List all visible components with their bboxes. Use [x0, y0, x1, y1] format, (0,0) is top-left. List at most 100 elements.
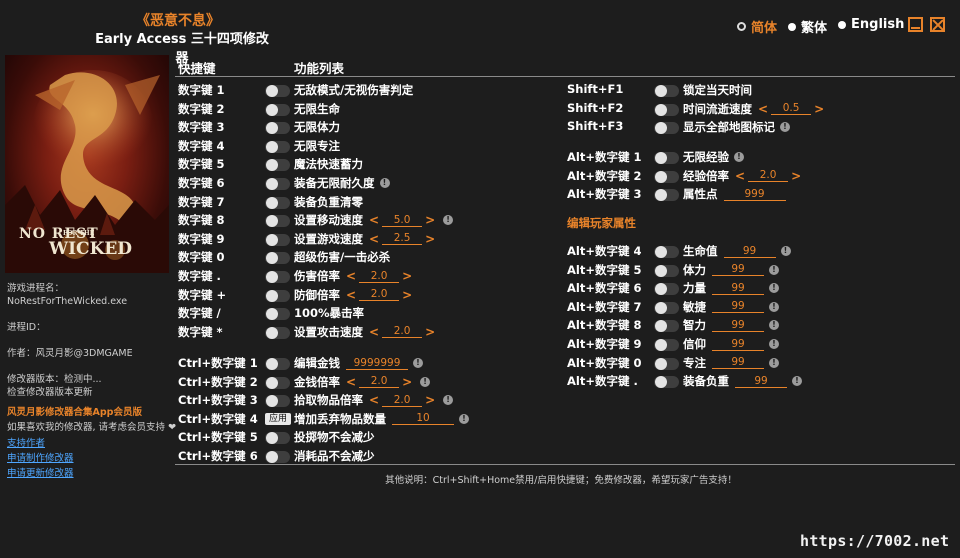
decrease-arrow-icon[interactable]: < [369, 232, 379, 246]
toggle-switch[interactable] [654, 122, 679, 135]
value-field[interactable]: 5.0 [382, 214, 423, 227]
toggle-switch[interactable] [265, 395, 290, 408]
increase-arrow-icon[interactable]: > [402, 269, 412, 283]
lang-traditional[interactable]: 繁体 [788, 17, 827, 36]
value-field[interactable]: 2.5 [382, 232, 423, 246]
hotkey-label: 数字键 * [178, 324, 223, 339]
decrease-arrow-icon[interactable]: < [369, 325, 379, 339]
close-button[interactable] [930, 17, 945, 32]
decrease-arrow-icon[interactable]: < [758, 102, 768, 116]
lang-english[interactable]: English [838, 17, 904, 32]
toggle-switch[interactable] [265, 140, 290, 153]
request-trainer-link[interactable]: 申请制作修改器 [7, 452, 74, 465]
toggle-switch[interactable] [265, 358, 290, 370]
toggle-switch[interactable] [654, 189, 679, 202]
toggle-switch[interactable] [265, 159, 290, 172]
toggle-switch[interactable] [265, 196, 290, 209]
cheat-function: 力量 99! [683, 280, 779, 296]
increase-arrow-icon[interactable]: > [402, 288, 412, 302]
toggle-switch[interactable] [654, 170, 679, 183]
support-author-link[interactable]: 支持作者 [7, 437, 45, 450]
toggle-switch[interactable] [654, 152, 679, 164]
value-field[interactable]: 2.0 [359, 270, 400, 283]
value-field[interactable]: 2.0 [382, 325, 423, 339]
toggle-switch[interactable] [265, 85, 290, 97]
toggle-switch[interactable] [265, 308, 290, 321]
increase-arrow-icon[interactable]: > [791, 169, 801, 183]
toggle-switch[interactable] [654, 357, 679, 370]
decrease-arrow-icon[interactable]: < [735, 169, 745, 183]
request-update-link[interactable]: 申请更新修改器 [7, 467, 74, 480]
toggle-switch[interactable] [654, 246, 679, 258]
toggle-switch[interactable] [654, 103, 679, 116]
value-field[interactable]: 2.0 [359, 375, 400, 389]
hotkey-label: Alt+数字键 . [567, 374, 638, 389]
input-field[interactable]: 99 [735, 375, 787, 388]
toggle-switch[interactable] [265, 376, 290, 389]
input-field[interactable]: 9999999 [346, 357, 408, 370]
toggle-switch[interactable] [654, 301, 679, 314]
toggle-switch[interactable] [265, 451, 290, 463]
decrease-arrow-icon[interactable]: < [346, 288, 356, 302]
value-field[interactable]: 2.0 [359, 288, 400, 302]
value-field[interactable]: 2.0 [382, 394, 423, 407]
value-field[interactable]: 0.5 [771, 102, 812, 116]
input-field[interactable]: 999 [723, 188, 786, 201]
input-field[interactable]: 99 [712, 300, 764, 314]
value-field[interactable]: 2.0 [748, 169, 789, 183]
cheat-label: 设置移动速度 [294, 213, 363, 228]
toggle-switch[interactable] [265, 178, 290, 190]
decrease-arrow-icon[interactable]: < [369, 213, 379, 227]
decrease-arrow-icon[interactable]: < [369, 393, 379, 407]
decrease-arrow-icon[interactable]: < [346, 269, 356, 283]
input-field[interactable]: 99 [712, 319, 764, 332]
input-field[interactable]: 99 [712, 356, 764, 370]
toggle-switch[interactable] [654, 264, 679, 277]
hotkey-label: Alt+数字键 1 [567, 150, 642, 164]
cheat-label: 装备负重 [683, 374, 729, 389]
minimize-button[interactable] [908, 17, 923, 32]
toggle-switch[interactable] [265, 215, 290, 228]
cheat-function: 无限专注 [294, 138, 340, 154]
toggle-switch[interactable] [654, 283, 679, 296]
toggle-switch[interactable] [265, 122, 290, 135]
input-field[interactable]: 99 [712, 282, 764, 295]
increase-arrow-icon[interactable]: > [425, 325, 435, 339]
vip-title[interactable]: 风灵月影修改器合集App会员版 [7, 406, 142, 419]
decrease-arrow-icon[interactable]: < [346, 375, 356, 389]
cheat-function: 专注 99! [683, 355, 779, 371]
increase-arrow-icon[interactable]: > [425, 213, 435, 227]
toggle-switch[interactable] [265, 326, 290, 339]
cheat-function: 信仰 99! [683, 336, 779, 352]
input-field[interactable]: 10 [392, 412, 454, 426]
toggle-switch[interactable] [265, 289, 290, 302]
cheat-function: 经验倍率 <2.0 > [683, 168, 804, 184]
toggle-switch[interactable] [654, 376, 679, 389]
toggle-switch[interactable] [265, 271, 290, 283]
toggle-switch[interactable] [265, 252, 290, 265]
radio-icon [838, 20, 846, 29]
increase-arrow-icon[interactable]: > [425, 393, 435, 407]
input-field[interactable]: 99 [723, 245, 776, 258]
increase-arrow-icon[interactable]: > [425, 232, 435, 246]
increase-arrow-icon[interactable]: > [402, 375, 412, 389]
radio-icon [788, 22, 796, 31]
check-update-text[interactable]: 检查修改器版本更新 [7, 386, 93, 399]
process-id-label: 进程ID： [7, 322, 46, 333]
toggle-switch[interactable] [654, 339, 679, 351]
cheat-label: 无限专注 [294, 138, 340, 153]
cheat-label: 专注 [683, 355, 706, 370]
hotkey-label: 数字键 . [178, 269, 221, 283]
toggle-switch[interactable] [654, 320, 679, 333]
toggle-switch[interactable] [265, 432, 290, 445]
input-field[interactable]: 99 [712, 263, 764, 277]
apply-button[interactable]: 应用 [265, 412, 292, 425]
toggle-switch[interactable] [654, 85, 679, 97]
cheat-label: 力量 [683, 281, 706, 296]
toggle-switch[interactable] [265, 103, 290, 116]
lang-simplified[interactable]: 简体 [737, 17, 777, 36]
increase-arrow-icon[interactable]: > [814, 102, 824, 116]
header-divider [175, 76, 955, 77]
input-field[interactable]: 99 [712, 338, 764, 351]
toggle-switch[interactable] [265, 233, 290, 246]
